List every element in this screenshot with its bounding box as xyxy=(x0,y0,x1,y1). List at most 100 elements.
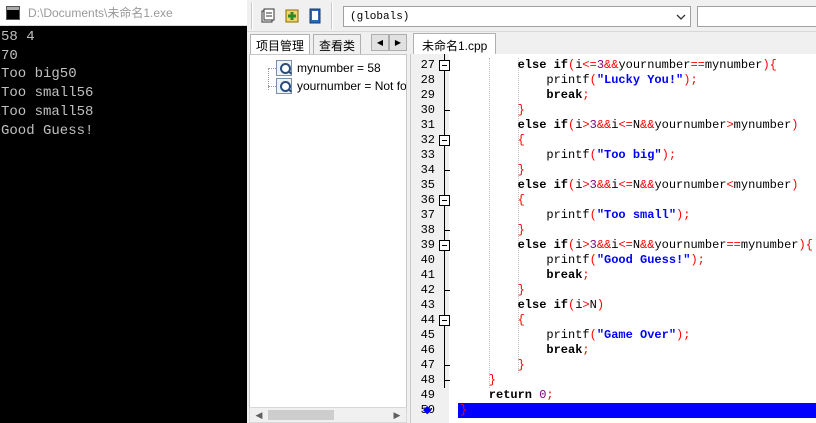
code-line[interactable]: } xyxy=(458,373,816,388)
line-number: 27 xyxy=(420,58,435,72)
code-line[interactable]: else if(i>3&&i<=N&&yournumber<mynumber) xyxy=(458,178,816,193)
scrollbar-thumb[interactable] xyxy=(268,410,334,420)
horizontal-scrollbar[interactable]: ◀ ▶ xyxy=(249,407,407,423)
code-line[interactable]: else if(i>3&&i<=N&&yournumber==mynumber)… xyxy=(458,238,816,253)
code-area[interactable]: else if(i<=3&&yournumber==mynumber){prin… xyxy=(458,54,816,423)
line-number: 31 xyxy=(420,118,435,132)
code-line[interactable]: break; xyxy=(458,268,816,283)
line-number: 30 xyxy=(420,103,435,117)
code-line[interactable]: break; xyxy=(458,88,816,103)
fold-end-marker xyxy=(444,290,450,291)
bookmark-icon[interactable] xyxy=(305,6,325,26)
line-number: 43 xyxy=(420,298,435,312)
code-line[interactable]: else if(i>3&&i<=N&&yournumber>mynumber) xyxy=(458,118,816,133)
code-line[interactable]: printf("Lucky You!"); xyxy=(458,73,816,88)
line-number: 32 xyxy=(420,133,435,147)
fold-collapse-icon[interactable] xyxy=(439,135,450,146)
code-line[interactable]: printf("Too small"); xyxy=(458,208,816,223)
tab-scroll-left-icon[interactable]: ◀ xyxy=(371,34,389,51)
fold-collapse-icon[interactable] xyxy=(439,240,450,251)
code-line[interactable]: printf("Too big"); xyxy=(458,148,816,163)
scroll-left-icon[interactable]: ◀ xyxy=(252,408,266,422)
tree-connector xyxy=(268,68,276,69)
tree-item-label: yournumber = Not fo xyxy=(297,79,407,93)
fold-end-marker xyxy=(444,380,450,381)
gutter-strip xyxy=(449,54,457,423)
variable-icon xyxy=(276,60,292,76)
console-titlebar[interactable]: D:\Documents\未命名1.exe xyxy=(0,0,247,26)
code-line[interactable]: } xyxy=(458,163,816,178)
fold-end-marker xyxy=(444,230,450,231)
fold-collapse-icon[interactable] xyxy=(439,315,450,326)
console-app-icon xyxy=(6,5,20,20)
add-watch-icon[interactable] xyxy=(282,6,302,26)
tab-scroll-right-icon[interactable]: ▶ xyxy=(389,34,407,51)
scroll-right-icon[interactable]: ▶ xyxy=(390,408,404,422)
code-line[interactable]: printf("Good Guess!"); xyxy=(458,253,816,268)
editor-tabs: 未命名1.cpp xyxy=(410,32,816,54)
line-number: 38 xyxy=(420,223,435,237)
line-number: 28 xyxy=(420,73,435,87)
code-line[interactable]: { xyxy=(458,193,816,208)
line-number: 46 xyxy=(420,343,435,357)
console-title: D:\Documents\未命名1.exe xyxy=(28,6,173,20)
console-output: 58 4 70 Too big50 Too small56 Too small58 Goo… xyxy=(1,28,93,140)
code-line[interactable]: else if(i<=3&&yournumber==mynumber){ xyxy=(458,58,816,73)
tree-item-label: mynumber = 58 xyxy=(297,61,381,75)
line-number: 33 xyxy=(420,148,435,162)
fold-guide xyxy=(444,54,445,388)
line-number: 42 xyxy=(420,283,435,297)
debug-window-icon[interactable] xyxy=(259,6,279,26)
tab-project-manager[interactable]: 项目管理 xyxy=(250,34,311,54)
console-line: Too big50 xyxy=(1,66,77,83)
code-line[interactable]: } xyxy=(458,103,816,118)
line-number: 47 xyxy=(420,358,435,372)
line-number: 37 xyxy=(420,208,435,222)
scope-select-value: (globals) xyxy=(350,10,410,23)
fold-collapse-icon[interactable] xyxy=(439,60,450,71)
tree-connector xyxy=(268,86,276,87)
console-line: Good Guess! xyxy=(1,122,94,139)
code-editor[interactable]: 27 28 29 30 31 32 33 34 35 36 37 38 39 40 41 42 43 44 45 46… xyxy=(410,54,816,423)
code-line[interactable]: } xyxy=(458,358,816,373)
variable-icon xyxy=(276,78,292,94)
code-line[interactable]: else if(i>N) xyxy=(458,298,816,313)
execution-pointer-icon: ◆ xyxy=(423,404,432,416)
tab-file[interactable]: 未命名1.cpp xyxy=(413,33,497,54)
line-number: 45 xyxy=(420,328,435,342)
line-number: 39 xyxy=(420,238,435,252)
code-line[interactable]: } xyxy=(458,223,816,238)
console-line: Too small56 xyxy=(1,85,94,102)
line-number: 41 xyxy=(420,268,435,282)
console-window[interactable]: D:\Documents\未命名1.exe 58 4 70 Too big50 Too… xyxy=(0,0,247,423)
class-tree[interactable]: mynumber = 58 yournumber = Not fo xyxy=(249,54,407,408)
chevron-down-icon[interactable] xyxy=(672,7,690,26)
panel-tabs: 项目管理 查看类 ◀ ▶ xyxy=(247,32,410,54)
toolbar-separator xyxy=(251,3,253,29)
code-line[interactable]: } xyxy=(458,403,816,418)
console-line: 70 xyxy=(1,47,18,64)
function-select[interactable] xyxy=(697,6,816,27)
tab-class-browser[interactable]: 查看类 xyxy=(313,34,362,54)
code-line[interactable]: { xyxy=(458,313,816,328)
line-number: 35 xyxy=(420,178,435,192)
line-number: 40 xyxy=(420,253,435,267)
ide-toolbar: (globals) xyxy=(247,0,816,32)
fold-end-marker xyxy=(444,170,450,171)
code-line[interactable]: break; xyxy=(458,343,816,358)
toolbar-separator xyxy=(331,3,333,29)
scope-select[interactable]: (globals) xyxy=(343,6,691,27)
tree-item-yournumber[interactable]: yournumber = Not fo xyxy=(276,77,407,95)
code-line[interactable]: printf("Game Over"); xyxy=(458,328,816,343)
line-number: 36 xyxy=(420,193,435,207)
tree-item-mynumber[interactable]: mynumber = 58 xyxy=(276,59,381,77)
code-line[interactable]: } xyxy=(458,283,816,298)
line-number-gutter: 27 28 29 30 31 32 33 34 35 36 37 38 39 40 41 42 43 44 45 46… xyxy=(411,54,457,423)
fold-end-marker xyxy=(444,110,450,111)
fold-collapse-icon[interactable] xyxy=(439,195,450,206)
fold-end-marker xyxy=(444,365,450,366)
code-line[interactable]: { xyxy=(458,133,816,148)
line-number: 44 xyxy=(420,313,435,327)
project-panel: 项目管理 查看类 ◀ ▶ mynumber = 58 yournumber = … xyxy=(247,32,410,423)
code-line[interactable]: return 0; xyxy=(458,388,816,403)
